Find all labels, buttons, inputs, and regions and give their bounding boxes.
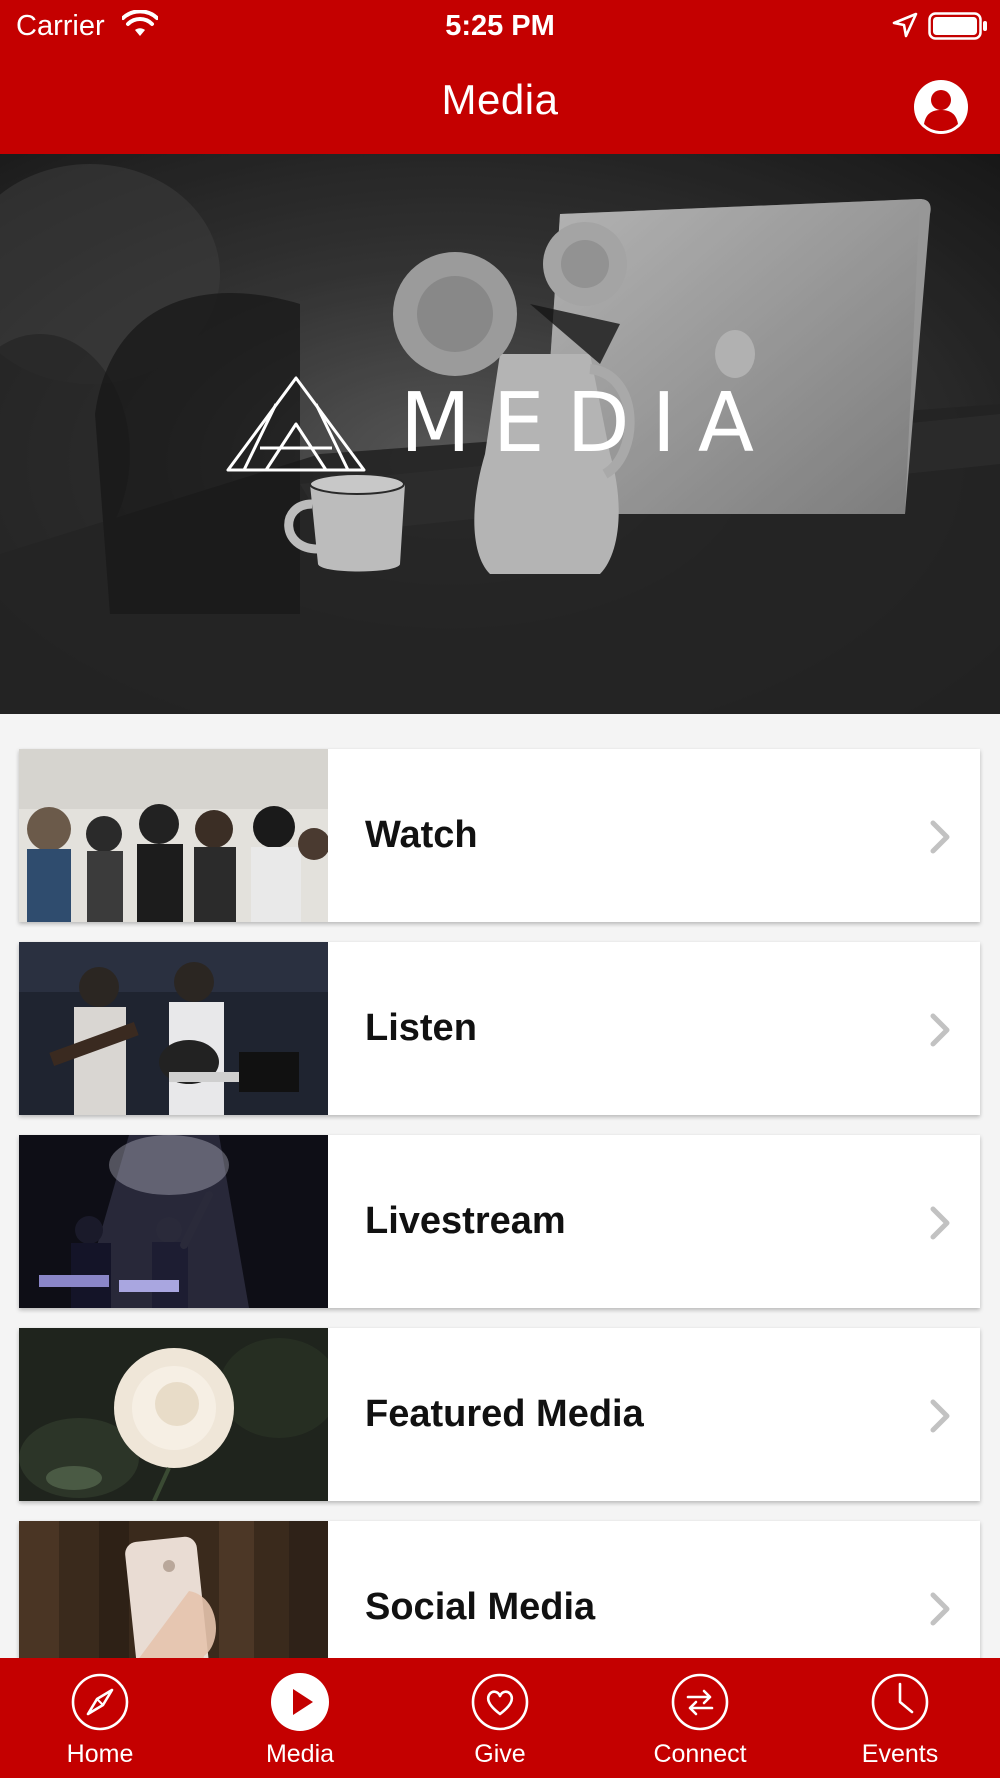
chevron-right-icon [930, 820, 950, 854]
tab-bar: Home Media Give Connect Events [0, 1658, 1000, 1778]
tab-events[interactable]: Events [800, 1672, 1000, 1769]
tab-connect[interactable]: Connect [600, 1672, 800, 1769]
status-time: 5:25 PM [445, 10, 555, 42]
triangles-logo-icon [226, 376, 366, 472]
menu-item-label: Social Media [365, 1586, 596, 1628]
menu-item-label: Watch [365, 814, 478, 856]
chevron-right-icon [930, 1399, 950, 1433]
chevron-right-icon [930, 1013, 950, 1047]
tab-home[interactable]: Home [0, 1672, 200, 1769]
play-icon [271, 1673, 329, 1731]
profile-icon[interactable] [912, 78, 970, 136]
compass-icon [71, 1673, 129, 1731]
social-media-thumbnail-image [19, 1521, 328, 1658]
page-title: Media [441, 76, 559, 123]
menu-item-watch[interactable]: Watch [19, 749, 980, 922]
hero-banner: MEDIA [0, 154, 1000, 714]
listen-thumbnail-image [19, 942, 328, 1115]
menu-item-featured-media[interactable]: Featured Media [19, 1328, 980, 1501]
media-menu-list: Watch Listen Livestream Featured Media S… [0, 714, 1000, 1658]
arrows-exchange-icon [671, 1673, 729, 1731]
top-bar: Carrier 5:25 PM Media [0, 0, 1000, 154]
location-arrow-icon [892, 12, 918, 38]
menu-item-label: Featured Media [365, 1393, 644, 1435]
tab-label: Media [265, 1740, 335, 1768]
watch-thumbnail-image [19, 749, 328, 922]
livestream-thumbnail-image [19, 1135, 328, 1308]
menu-item-listen[interactable]: Listen [19, 942, 980, 1115]
menu-item-label: Livestream [365, 1200, 566, 1242]
chevron-right-icon [930, 1592, 950, 1626]
tab-label: Events [861, 1740, 939, 1768]
clock-icon [871, 1673, 929, 1731]
menu-item-label: Listen [365, 1007, 477, 1049]
hero-title: MEDIA [400, 376, 776, 471]
heart-icon [471, 1673, 529, 1731]
tab-label: Give [474, 1740, 526, 1768]
featured-media-thumbnail-image [19, 1328, 328, 1501]
tab-label: Connect [653, 1740, 747, 1768]
menu-item-social-media[interactable]: Social Media [19, 1521, 980, 1658]
tab-label: Home [66, 1740, 134, 1768]
battery-icon [928, 12, 987, 40]
menu-item-livestream[interactable]: Livestream [19, 1135, 980, 1308]
status-bar: Carrier 5:25 PM [0, 0, 1000, 52]
tab-give[interactable]: Give [400, 1672, 600, 1769]
chevron-right-icon [930, 1206, 950, 1240]
tab-media[interactable]: Media [200, 1672, 400, 1769]
